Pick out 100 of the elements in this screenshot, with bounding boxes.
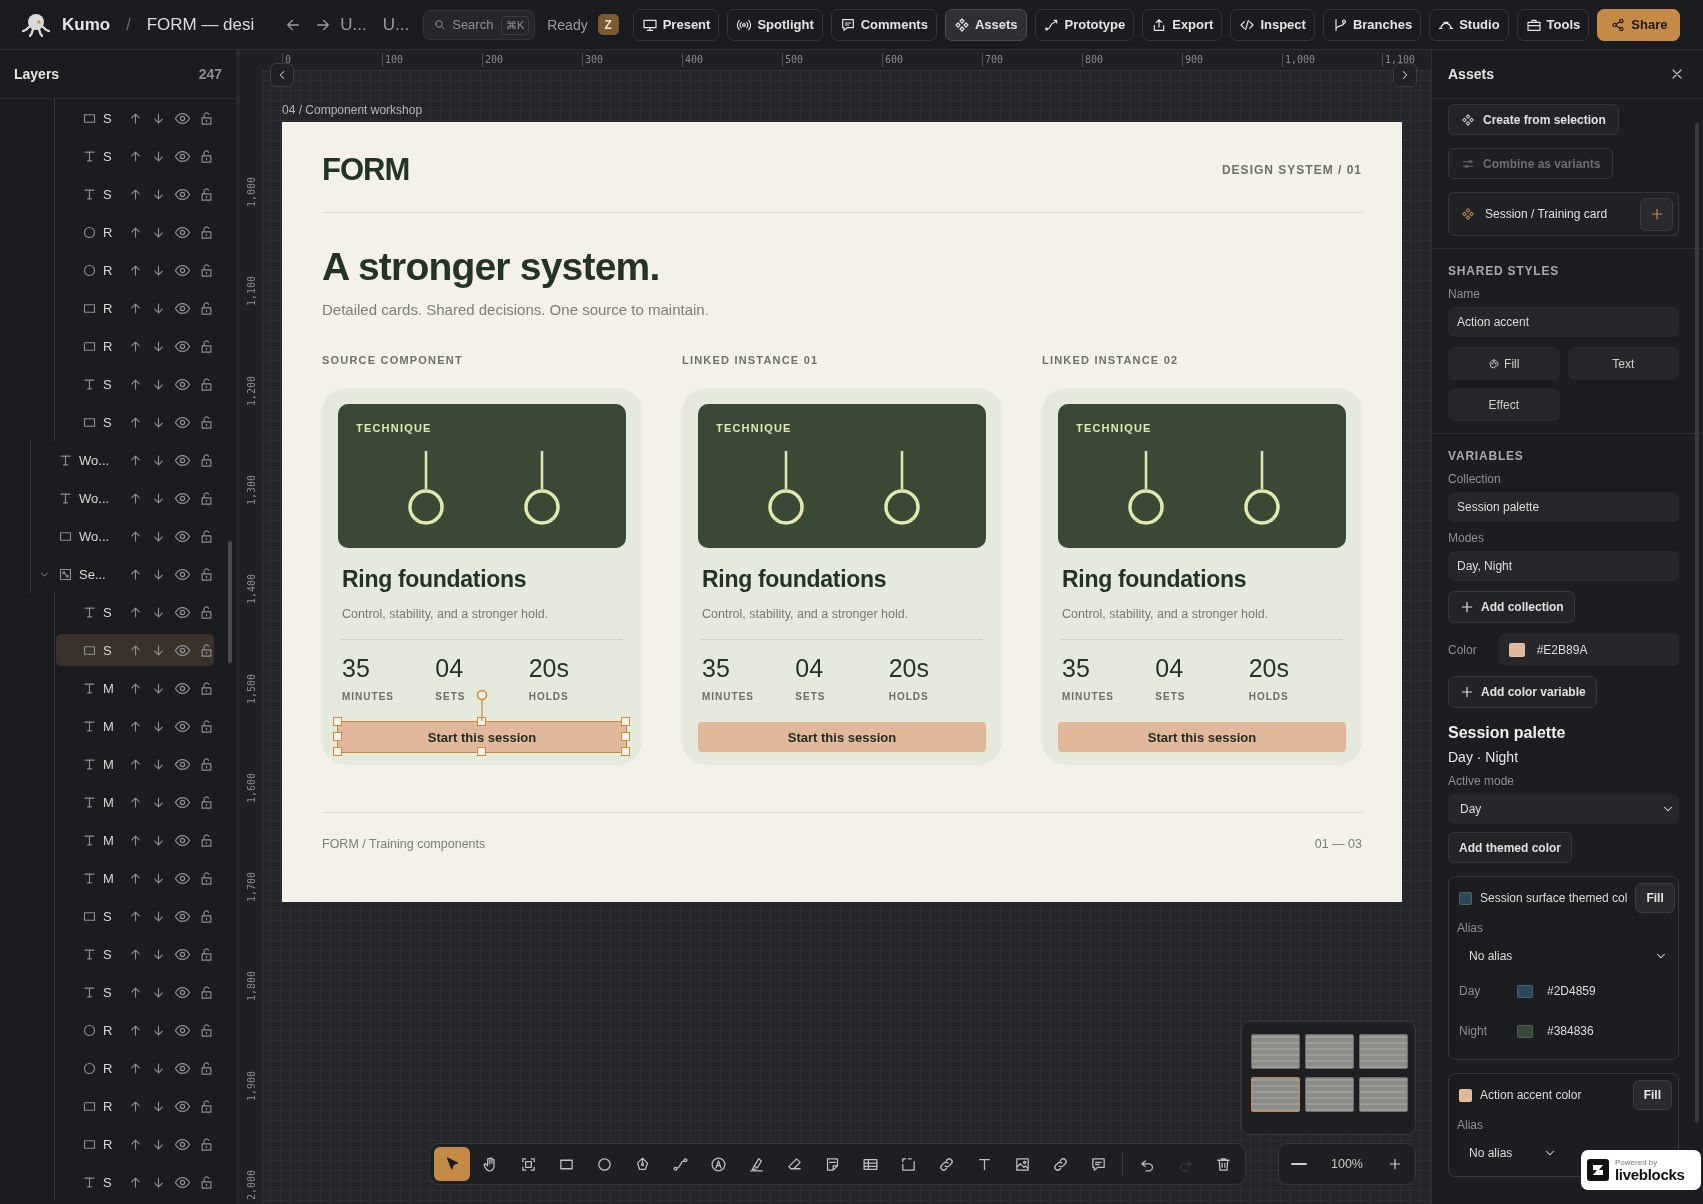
padlock-icon[interactable]: [199, 984, 214, 1000]
color-swatch[interactable]: [1517, 1024, 1533, 1038]
resize-handle[interactable]: [477, 747, 486, 756]
frame-label[interactable]: 04 / Component workshop: [282, 103, 423, 117]
arrow-up-icon[interactable]: [128, 908, 143, 924]
arrow-up-icon[interactable]: [128, 528, 143, 544]
arrow-up-icon[interactable]: [128, 566, 143, 582]
arrow-down-icon[interactable]: [151, 832, 166, 848]
layer-row[interactable]: R: [56, 254, 214, 286]
branches-button[interactable]: Branches: [1322, 8, 1422, 41]
padlock-icon[interactable]: [199, 186, 214, 202]
padlock-icon[interactable]: [199, 794, 214, 810]
padlock-icon[interactable]: [199, 642, 214, 658]
layer-row[interactable]: R: [56, 1090, 214, 1122]
page-thumbnail[interactable]: [1359, 1077, 1408, 1112]
resize-handle[interactable]: [477, 717, 486, 726]
arrow-down-icon[interactable]: [151, 1174, 166, 1190]
arrow-down-icon[interactable]: [151, 148, 166, 164]
arrow-down-icon[interactable]: [151, 908, 166, 924]
padlock-icon[interactable]: [199, 756, 214, 772]
padlock-icon[interactable]: [199, 262, 214, 278]
arrow-down-icon[interactable]: [151, 262, 166, 278]
layer-row[interactable]: Se...: [32, 558, 214, 590]
scrollbar[interactable]: [1695, 123, 1699, 1123]
layer-row[interactable]: R: [56, 1052, 214, 1084]
tools-button[interactable]: Tools: [1516, 8, 1590, 41]
modes-field[interactable]: Day, Night: [1448, 551, 1679, 581]
padlock-icon[interactable]: [199, 946, 214, 962]
padlock-icon[interactable]: [199, 604, 214, 620]
arrow-up-icon[interactable]: [128, 338, 143, 354]
padlock-icon[interactable]: [199, 300, 214, 316]
layer-row[interactable]: R: [56, 216, 214, 248]
style-type-button[interactable]: Effect: [1448, 388, 1560, 421]
layer-row[interactable]: Wo...: [32, 444, 214, 476]
user-avatar[interactable]: Z: [597, 14, 619, 35]
inspect-button[interactable]: Inspect: [1230, 8, 1315, 41]
arrow-down-icon[interactable]: [151, 376, 166, 392]
arrow-up-icon[interactable]: [128, 642, 143, 658]
scroll-right-button[interactable]: [1393, 63, 1417, 87]
padlock-icon[interactable]: [199, 566, 214, 582]
arrow-up-icon[interactable]: [128, 756, 143, 772]
color-swatch[interactable]: [1517, 984, 1533, 998]
arrow-up-icon[interactable]: [128, 186, 143, 202]
rotate-handle[interactable]: [476, 689, 488, 721]
arrow-up-icon[interactable]: [128, 832, 143, 848]
arrow-down-icon[interactable]: [151, 300, 166, 316]
layer-row[interactable]: S: [56, 900, 214, 932]
page-thumbnail[interactable]: [1251, 1077, 1300, 1112]
layer-row[interactable]: S: [56, 406, 214, 438]
component-item[interactable]: Session / Training card: [1448, 192, 1679, 236]
padlock-icon[interactable]: [199, 224, 214, 240]
share-button[interactable]: Share: [1597, 8, 1681, 41]
padlock-icon[interactable]: [199, 528, 214, 544]
layer-row[interactable]: S: [56, 596, 214, 628]
studio-button[interactable]: Studio: [1429, 8, 1509, 41]
breadcrumb-link[interactable]: U...: [340, 14, 367, 35]
arrow-up-icon[interactable]: [128, 490, 143, 506]
create-component-button[interactable]: Create from selection: [1448, 104, 1619, 135]
arrow-down-icon[interactable]: [151, 604, 166, 620]
arrow-down-icon[interactable]: [151, 946, 166, 962]
octopus-logo-icon[interactable]: [22, 11, 50, 38]
layer-row[interactable]: Wo...: [32, 520, 214, 552]
page-thumbnail[interactable]: [1305, 1077, 1354, 1112]
powered-by-badge[interactable]: Powered by liveblocks: [1581, 1150, 1701, 1190]
breadcrumb-link[interactable]: U...: [382, 14, 410, 35]
layer-row[interactable]: S: [56, 178, 214, 210]
padlock-icon[interactable]: [199, 376, 214, 392]
arrow-down-icon[interactable]: [151, 1136, 166, 1152]
arrow-down-icon[interactable]: [151, 718, 166, 734]
layer-row[interactable]: S: [56, 634, 214, 666]
alias-select[interactable]: No alias: [1457, 1138, 1561, 1168]
padlock-icon[interactable]: [199, 490, 214, 506]
layer-row[interactable]: M: [56, 862, 214, 894]
scrollbar[interactable]: [228, 541, 232, 663]
page-thumbnail[interactable]: [1305, 1034, 1354, 1069]
add-color-variable-button[interactable]: Add color variable: [1448, 676, 1597, 708]
arrow-down-icon[interactable]: [151, 1098, 166, 1114]
layer-row[interactable]: R: [56, 330, 214, 362]
padlock-icon[interactable]: [199, 1098, 214, 1114]
arrow-up-icon[interactable]: [128, 110, 143, 126]
arrow-down-icon[interactable]: [151, 414, 166, 430]
arrow-down-icon[interactable]: [151, 528, 166, 544]
fill-button[interactable]: Fill: [1632, 1080, 1672, 1110]
layer-row[interactable]: M: [56, 786, 214, 818]
style-name-field[interactable]: Action accent: [1448, 307, 1679, 337]
layer-row[interactable]: M: [56, 748, 214, 780]
export-button[interactable]: Export: [1142, 8, 1223, 41]
padlock-icon[interactable]: [199, 870, 214, 886]
arrow-up-icon[interactable]: [128, 148, 143, 164]
padlock-icon[interactable]: [199, 110, 214, 126]
active-mode-select[interactable]: Day: [1448, 794, 1679, 824]
arrow-up-icon[interactable]: [128, 870, 143, 886]
arrow-up-icon[interactable]: [128, 452, 143, 468]
layer-row[interactable]: S: [56, 102, 214, 134]
arrow-down-icon[interactable]: [151, 566, 166, 582]
arrow-up-icon[interactable]: [128, 604, 143, 620]
collection-field[interactable]: Session palette: [1448, 492, 1679, 522]
arrow-down-icon[interactable]: [151, 984, 166, 1000]
arrow-down-icon[interactable]: [151, 680, 166, 696]
layer-row[interactable]: S: [56, 140, 214, 172]
